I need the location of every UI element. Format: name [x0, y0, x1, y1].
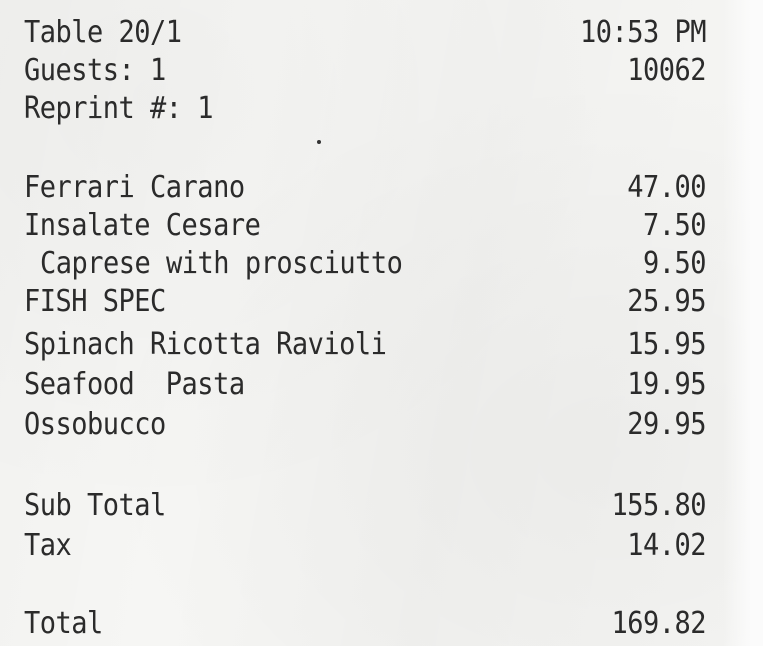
item-name: FISH SPEC — [24, 283, 166, 319]
guests: Guests: 1 — [24, 52, 166, 88]
reprint: Reprint #: 1 — [24, 90, 214, 126]
table-number: Table 20/1 — [24, 14, 182, 50]
item-name: Caprese with prosciutto — [40, 245, 403, 281]
item-row: FISH SPEC 25.95 — [24, 283, 706, 319]
item-row: Ossobucco 29.95 — [24, 406, 706, 442]
tax-label: Tax — [24, 527, 72, 563]
tax-value: 14.02 — [627, 527, 706, 563]
item-name: Ossobucco — [24, 406, 166, 442]
item-price: 47.00 — [627, 169, 706, 205]
total-row: Total 169.82 — [24, 605, 706, 641]
item-row: Ferrari Carano 47.00 — [24, 169, 706, 205]
item-price: 9.50 — [642, 245, 707, 281]
item-name: Spinach Ricotta Ravioli — [24, 326, 387, 362]
total-label: Total — [24, 605, 103, 641]
header-row-reprint: Reprint #: 1 — [24, 90, 706, 126]
total-value: 169.82 — [611, 605, 706, 641]
item-row: Spinach Ricotta Ravioli 15.95 — [24, 326, 706, 362]
item-price: 29.95 — [627, 406, 706, 442]
item-row: Seafood Pasta 19.95 — [24, 366, 706, 402]
item-price: 7.50 — [642, 207, 707, 243]
subtotal-row: Sub Total 155.80 — [24, 487, 706, 523]
subtotal-value: 155.80 — [611, 487, 706, 523]
header-row-guests: Guests: 1 10062 — [24, 52, 706, 88]
header-row-table: Table 20/1 10:53 PM — [24, 14, 707, 50]
item-row: Caprese with prosciutto 9.50 — [24, 245, 707, 281]
item-name: Insalate Cesare — [24, 207, 261, 243]
item-name: Seafood Pasta — [24, 366, 245, 402]
item-price: 15.95 — [627, 326, 706, 362]
time: 10:53 PM — [579, 14, 707, 50]
item-price: 19.95 — [627, 366, 706, 402]
check-number: 10062 — [627, 52, 706, 88]
paper-edge — [723, 0, 763, 646]
item-price: 25.95 — [627, 283, 706, 319]
print-speck — [317, 140, 321, 144]
receipt: Table 20/1 10:53 PM Guests: 1 10062 Repr… — [0, 0, 763, 646]
tax-row: Tax 14.02 — [24, 527, 706, 563]
item-row: Insalate Cesare 7.50 — [24, 207, 707, 243]
item-name: Ferrari Carano — [24, 169, 245, 205]
subtotal-label: Sub Total — [24, 487, 166, 523]
